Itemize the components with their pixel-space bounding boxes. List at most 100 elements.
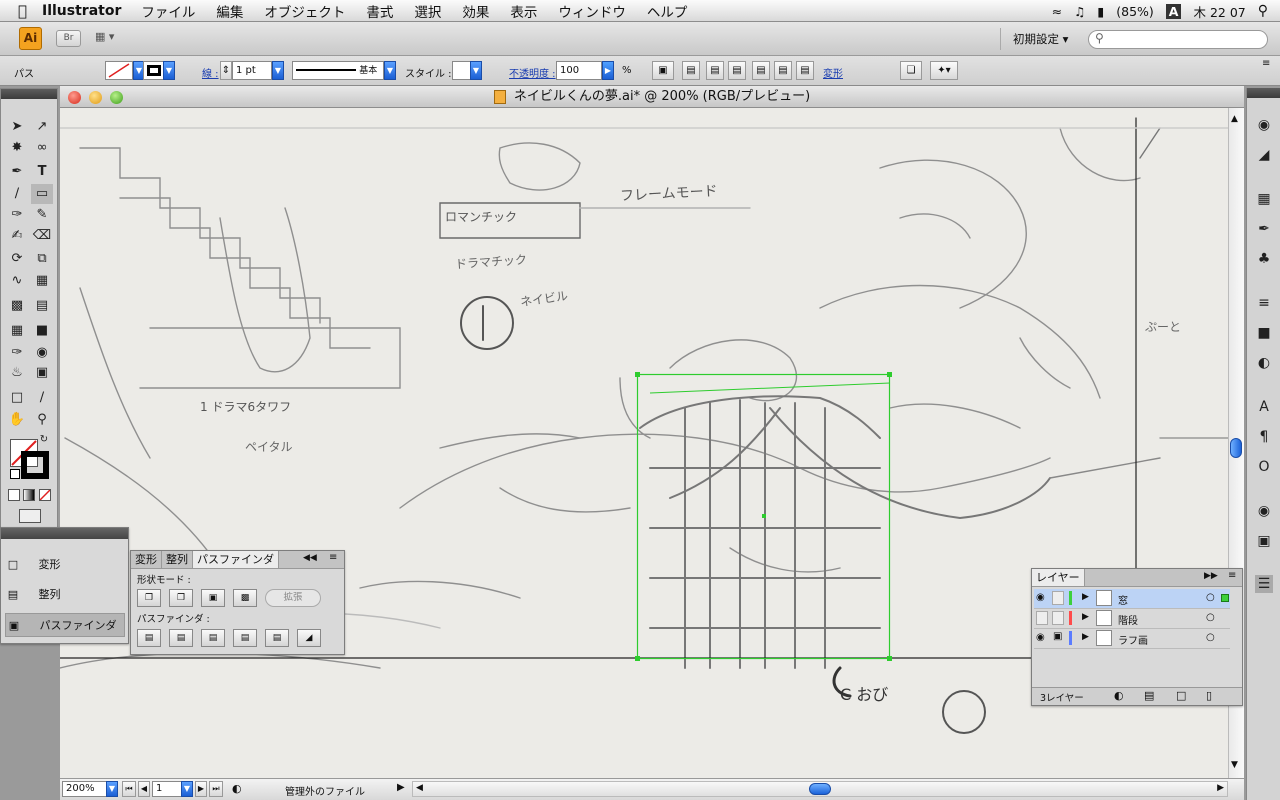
new-sublayer-icon[interactable]: ▤ xyxy=(1144,689,1154,702)
collapsed-panel-header[interactable] xyxy=(1,528,128,539)
slice-tool-icon[interactable]: ∕ xyxy=(31,388,53,408)
brush-dropdown[interactable]: ▼ xyxy=(384,61,396,80)
target-circle-icon[interactable]: ○ xyxy=(1206,592,1215,603)
graphic-styles-icon[interactable]: ▣ xyxy=(1255,532,1273,550)
live-paint-selection-icon[interactable]: ▣ xyxy=(31,363,53,383)
swap-fill-stroke-icon[interactable]: ↻ xyxy=(37,433,51,447)
opacity-slider-button[interactable]: ▶ xyxy=(602,61,614,80)
expand-layer-icon[interactable]: ▶ xyxy=(1082,612,1089,622)
align-panel-item[interactable]: ▤ 整列 xyxy=(5,584,125,606)
panel-collapse-icon[interactable]: ◀◀ xyxy=(303,553,317,563)
align-bottom-icon[interactable]: ▤ xyxy=(796,61,814,80)
arrange-documents-button[interactable]: ▦ ▾ xyxy=(95,30,129,47)
hand-tool-icon[interactable]: ✋ xyxy=(6,410,28,430)
symbols-icon[interactable]: ♣ xyxy=(1255,250,1273,268)
menu-object[interactable]: オブジェクト xyxy=(264,1,345,21)
align-right-icon[interactable]: ▤ xyxy=(728,61,746,80)
search-field[interactable]: ⚲ xyxy=(1088,30,1268,49)
menu-view[interactable]: 表示 xyxy=(510,1,537,21)
transparency-icon[interactable]: ◐ xyxy=(1255,354,1273,372)
scroll-right-icon[interactable]: ▶ xyxy=(1217,783,1224,793)
stroke-color-box[interactable] xyxy=(21,451,49,479)
artboard-dropdown[interactable]: ▼ xyxy=(181,781,193,797)
fill-swatch[interactable] xyxy=(105,61,133,80)
lasso-icon[interactable]: ∞ xyxy=(31,138,53,158)
align-to-icon[interactable]: ▣ xyxy=(652,61,674,80)
menu-effect[interactable]: 効果 xyxy=(462,1,489,21)
merge-icon[interactable]: ▤ xyxy=(201,629,225,647)
rotate-tool-icon[interactable]: ⟳ xyxy=(6,249,28,269)
opacity-field[interactable]: 100 xyxy=(556,61,602,80)
align-middle-icon[interactable]: ▤ xyxy=(774,61,792,80)
lock-icon[interactable]: ▣ xyxy=(1053,631,1062,642)
layer-name[interactable]: 窓 xyxy=(1118,592,1128,607)
menu-edit[interactable]: 編集 xyxy=(216,1,243,21)
status-menu-arrow-icon[interactable]: ▶ xyxy=(397,782,405,793)
next-artboard-icon[interactable]: ▶ xyxy=(195,781,207,797)
selection-tool-icon[interactable]: ➤ xyxy=(6,117,28,137)
color-guide-icon[interactable]: ◢ xyxy=(1255,146,1273,164)
visibility-eye-icon[interactable]: ◉ xyxy=(1036,592,1045,603)
gradient-panel-icon[interactable]: ■ xyxy=(1255,324,1273,342)
new-layer-icon[interactable]: □ xyxy=(1176,689,1186,702)
magic-wand-icon[interactable]: ✸ xyxy=(6,138,28,158)
visibility-eye-icon[interactable]: ◉ xyxy=(1036,632,1045,643)
menu-file[interactable]: ファイル xyxy=(141,1,195,21)
pen-tool-icon[interactable]: ✒ xyxy=(6,162,28,182)
app-menu[interactable]: Illustrator xyxy=(42,3,121,19)
artboard-tool-icon[interactable]: □ xyxy=(6,388,28,408)
character-panel-icon[interactable]: A xyxy=(1255,398,1273,416)
opentype-panel-icon[interactable]: O xyxy=(1255,458,1273,476)
unite-icon[interactable]: ❐ xyxy=(137,589,161,607)
tab-transform[interactable]: 変形 xyxy=(131,551,162,568)
rectangle-tool-icon[interactable]: ▭ xyxy=(31,184,53,204)
pencil-icon[interactable]: ✎ xyxy=(31,205,53,225)
layers-collapse-icon[interactable]: ▶▶ xyxy=(1204,571,1218,581)
first-artboard-icon[interactable]: ⏮ xyxy=(122,781,136,797)
gradient-tool-icon[interactable]: ■ xyxy=(31,321,53,341)
trim-icon[interactable]: ▤ xyxy=(169,629,193,647)
expand-layer-icon[interactable]: ▶ xyxy=(1082,592,1089,602)
layer-row-rough[interactable]: ◉ ▣ ▶ ラフ画 ○ xyxy=(1034,629,1230,649)
lock-toggle[interactable] xyxy=(1052,591,1064,605)
target-circle-icon[interactable]: ○ xyxy=(1206,612,1215,623)
volume-icon[interactable]: ♫ xyxy=(1074,4,1085,19)
eyedropper-icon[interactable]: ✑ xyxy=(6,343,28,363)
graphic-style-swatch[interactable] xyxy=(452,61,472,80)
delete-layer-icon[interactable]: ▯ xyxy=(1206,689,1212,702)
horizontal-scroll-thumb[interactable] xyxy=(809,783,831,795)
layer-row-window[interactable]: ◉ ▶ 窓 ○ xyxy=(1034,589,1230,609)
paintbrush-icon[interactable]: ✑ xyxy=(6,205,28,225)
wifi-icon[interactable]: ≈ xyxy=(1052,4,1062,19)
menu-help[interactable]: ヘルプ xyxy=(647,1,688,21)
expand-button[interactable]: 拡張 xyxy=(265,589,321,607)
lock-toggle[interactable] xyxy=(1052,611,1064,625)
default-colors-icon[interactable] xyxy=(10,469,20,479)
apple-icon[interactable]:  xyxy=(18,2,42,20)
menu-window[interactable]: ウィンドウ xyxy=(558,1,626,21)
layer-row-stairs[interactable]: ▶ 階段 ○ xyxy=(1034,609,1230,629)
zoom-tool-icon[interactable]: ⚲ xyxy=(31,410,53,430)
previous-artboard-icon[interactable]: ◀ xyxy=(138,781,150,797)
live-paint-bucket-icon[interactable]: ♨ xyxy=(6,363,28,383)
artboard-number-field[interactable]: 1 xyxy=(152,781,182,797)
symbol-sprayer-icon[interactable]: ▩ xyxy=(6,296,28,316)
paragraph-panel-icon[interactable]: ¶ xyxy=(1255,428,1273,446)
tab-pathfinder[interactable]: パスファインダ xyxy=(193,551,279,568)
layer-name[interactable]: 階段 xyxy=(1118,612,1138,627)
color-panel-icon[interactable]: ◉ xyxy=(1255,116,1273,134)
menu-select[interactable]: 選択 xyxy=(414,1,441,21)
intersect-icon[interactable]: ▣ xyxy=(201,589,225,607)
select-similar-icon[interactable]: ✦▾ xyxy=(930,61,958,80)
opacity-label[interactable]: 不透明度 : xyxy=(509,65,556,80)
scroll-up-icon[interactable]: ▲ xyxy=(1231,114,1238,124)
gradient-mode-icon[interactable] xyxy=(23,489,35,501)
input-mode-icon[interactable]: A xyxy=(1165,3,1182,19)
vertical-scroll-thumb[interactable] xyxy=(1230,438,1242,458)
battery-icon[interactable]: ▮ xyxy=(1097,4,1104,19)
layer-name[interactable]: ラフ画 xyxy=(1118,632,1148,647)
type-tool-icon[interactable]: T xyxy=(31,162,53,182)
align-center-icon[interactable]: ▤ xyxy=(706,61,724,80)
line-tool-icon[interactable]: ∕ xyxy=(6,184,28,204)
eraser-icon[interactable]: ⌫ xyxy=(31,226,53,246)
